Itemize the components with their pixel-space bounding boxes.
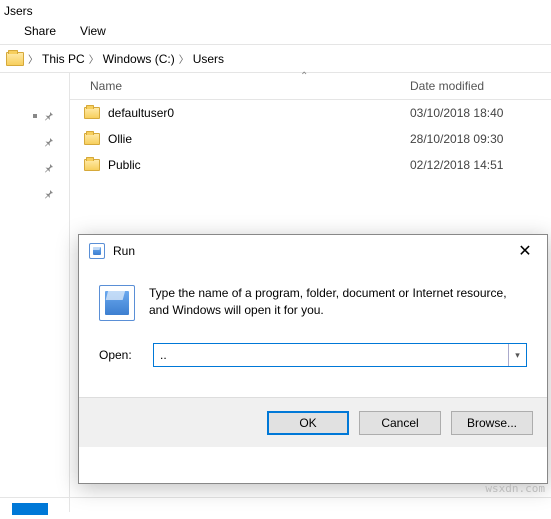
table-row[interactable]: defaultuser0 03/10/2018 18:40 bbox=[70, 100, 551, 126]
browse-button[interactable]: Browse... bbox=[451, 411, 533, 435]
chevron-right-icon[interactable]: 〉 bbox=[89, 51, 99, 66]
quick-item[interactable] bbox=[0, 155, 69, 181]
file-date: 02/12/2018 14:51 bbox=[410, 158, 503, 172]
sort-indicator-icon: ⌃ bbox=[300, 71, 308, 82]
folder-icon bbox=[84, 133, 100, 145]
quick-access-pane bbox=[0, 73, 70, 512]
crumb-drive[interactable]: Windows (C:) bbox=[103, 52, 175, 66]
open-input[interactable] bbox=[154, 344, 508, 366]
chevron-right-icon[interactable]: 〉 bbox=[179, 51, 189, 66]
pin-icon bbox=[43, 188, 55, 200]
tab-share[interactable]: Share bbox=[24, 24, 56, 38]
chevron-down-icon[interactable]: ▾ bbox=[508, 344, 526, 366]
close-button[interactable]: ✕ bbox=[513, 241, 537, 261]
ribbon-tabs: Share View bbox=[0, 20, 551, 45]
table-row[interactable]: Ollie 28/10/2018 09:30 bbox=[70, 126, 551, 152]
open-combobox[interactable]: ▾ bbox=[153, 343, 527, 367]
pin-icon bbox=[43, 110, 55, 122]
ok-button[interactable]: OK bbox=[267, 411, 349, 435]
column-header-date[interactable]: Date modified bbox=[410, 73, 551, 99]
pin-icon bbox=[43, 162, 55, 174]
column-header-name[interactable]: Name bbox=[70, 73, 410, 99]
file-name: Public bbox=[108, 158, 410, 172]
chevron-right-icon[interactable]: 〉 bbox=[28, 51, 38, 66]
dialog-titlebar[interactable]: Run ✕ bbox=[79, 235, 547, 267]
open-label: Open: bbox=[99, 348, 143, 362]
tab-view[interactable]: View bbox=[80, 24, 106, 38]
status-selection-indicator bbox=[12, 503, 48, 515]
quick-item[interactable] bbox=[0, 181, 69, 207]
cancel-button[interactable]: Cancel bbox=[359, 411, 441, 435]
folder-icon bbox=[84, 159, 100, 171]
run-icon bbox=[99, 285, 135, 321]
run-icon bbox=[89, 243, 105, 259]
window-title: Jsers bbox=[0, 0, 551, 20]
watermark: wsxdn.com bbox=[485, 482, 545, 495]
quick-item[interactable] bbox=[0, 103, 69, 129]
status-bar bbox=[0, 497, 551, 519]
file-name: Ollie bbox=[108, 132, 410, 146]
list-header: ⌃ Name Date modified bbox=[70, 73, 551, 100]
pin-icon bbox=[43, 136, 55, 148]
crumb-folder[interactable]: Users bbox=[193, 52, 224, 66]
file-date: 03/10/2018 18:40 bbox=[410, 106, 503, 120]
folder-icon bbox=[84, 107, 100, 119]
file-date: 28/10/2018 09:30 bbox=[410, 132, 503, 146]
dialog-title: Run bbox=[113, 244, 513, 258]
dialog-button-row: OK Cancel Browse... bbox=[79, 397, 547, 447]
folder-icon bbox=[6, 52, 24, 66]
dialog-message: Type the name of a program, folder, docu… bbox=[149, 285, 527, 321]
quick-item[interactable] bbox=[0, 129, 69, 155]
run-dialog: Run ✕ Type the name of a program, folder… bbox=[78, 234, 548, 484]
breadcrumb[interactable]: 〉 This PC 〉 Windows (C:) 〉 Users bbox=[0, 45, 551, 73]
table-row[interactable]: Public 02/12/2018 14:51 bbox=[70, 152, 551, 178]
file-name: defaultuser0 bbox=[108, 106, 410, 120]
crumb-thispc[interactable]: This PC bbox=[42, 52, 85, 66]
